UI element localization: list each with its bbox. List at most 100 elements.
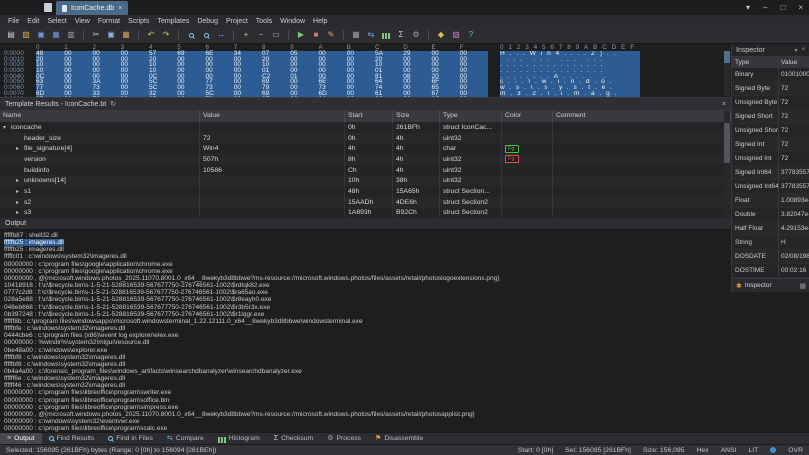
- output-line[interactable]: 00000000 : c:\program files\google\appli…: [4, 261, 809, 268]
- hex-rows[interactable]: 0:00004800000057696E34070500005A290000H.…: [0, 51, 731, 97]
- output-line[interactable]: 048eb668 : f:\c\$recycle.bin\s-1-5-21-52…: [4, 304, 809, 311]
- edit-template-icon[interactable]: ✎: [325, 29, 337, 41]
- inspector-row[interactable]: Signed Int643778355790249066568: [732, 166, 809, 180]
- panel-tab-checksum[interactable]: ΣChecksum: [267, 433, 320, 445]
- template-row-unknowns14[interactable]: ▸unknowns[14]10h38huint32: [0, 175, 731, 186]
- column-header-color[interactable]: Color: [502, 110, 553, 122]
- column-header-size[interactable]: Size: [393, 110, 440, 122]
- inspector-value-column-header[interactable]: Value: [778, 56, 809, 68]
- inspector-row[interactable]: Unsigned Short72: [732, 124, 809, 138]
- inspector-row[interactable]: StringH: [732, 236, 809, 250]
- histogram-icon[interactable]: [380, 29, 392, 41]
- hex-editor[interactable]: 0123456789ABCDEF0123456789ABCDEF 0:00004…: [0, 44, 731, 97]
- expand-icon[interactable]: ▸: [16, 199, 24, 206]
- menu-select[interactable]: Select: [43, 18, 70, 25]
- inspector-dock-tab[interactable]: ✱ Inspector ▦: [732, 278, 809, 292]
- menu-edit[interactable]: Edit: [23, 18, 43, 25]
- expand-icon[interactable]: ▸: [16, 145, 24, 152]
- inspector-value[interactable]: 72: [778, 152, 809, 165]
- inspector-value[interactable]: 3.82047e-57: [778, 208, 809, 221]
- delete-bytes-icon[interactable]: −: [255, 29, 267, 41]
- tools-icon[interactable]: ⚙: [410, 29, 422, 41]
- copy-icon[interactable]: ▣: [105, 29, 117, 41]
- output-line[interactable]: 00000000 : c:\program files\libreoffice\…: [4, 404, 809, 411]
- output-line[interactable]: 028a5e88 : f:\c\$recycle.bin\s-1-5-21-52…: [4, 296, 809, 303]
- output-line[interactable]: 00000000 : c:\program files\libreoffice\…: [4, 397, 809, 404]
- inspector-row[interactable]: Unsigned Byte72: [732, 96, 809, 110]
- compare-icon[interactable]: ⇆: [365, 29, 377, 41]
- output-line[interactable]: 00000000 : %windir%\system32\migui\resou…: [4, 339, 809, 346]
- paste-icon[interactable]: ▦: [120, 29, 132, 41]
- template-row-header_size[interactable]: header_size720h4huint32: [0, 133, 731, 144]
- new-file-icon[interactable]: ▤: [5, 29, 17, 41]
- output-line[interactable]: 00000000 : c:\program files\libreoffice\…: [4, 389, 809, 396]
- menu-help[interactable]: Help: [309, 18, 331, 25]
- menu-format[interactable]: Format: [94, 18, 124, 25]
- inspector-value[interactable]: 02/08/1980: [778, 250, 809, 263]
- inspector-value[interactable]: 00:02:16: [778, 264, 809, 277]
- open-file-icon[interactable]: ▨: [20, 29, 32, 41]
- output-line[interactable]: 00000000 : c:\program files\google\appli…: [4, 268, 809, 275]
- output-line[interactable]: fffffc01 : c:\windows\system32\imageres.…: [4, 253, 809, 260]
- output-line[interactable]: 10418918 : f:\c\$recycle.bin\s-1-5-21-52…: [4, 282, 809, 289]
- inspector-row[interactable]: DOSTIME00:02:16: [732, 264, 809, 278]
- output-line[interactable]: 00000000 , @{microsoft.windows.photos_20…: [4, 275, 809, 282]
- tab-close-icon[interactable]: ×: [118, 5, 122, 12]
- output-line[interactable]: 00000000 , @{microsoft.windows.photos_20…: [4, 411, 809, 418]
- inspector-value[interactable]: 72: [778, 110, 809, 123]
- run-template-icon[interactable]: ▶: [295, 29, 307, 41]
- inspector-row[interactable]: Signed Short72: [732, 110, 809, 124]
- refresh-icon[interactable]: ↻: [110, 100, 116, 108]
- select-range-icon[interactable]: ▭: [270, 29, 282, 41]
- replace-icon[interactable]: [200, 29, 212, 41]
- output-line[interactable]: 0b397248 : f:\c\$recycle.bin\s-1-5-21-52…: [4, 311, 809, 318]
- template-row-version[interactable]: version507h8h4huint32Fg:: [0, 154, 731, 165]
- menu-tools[interactable]: Tools: [252, 18, 276, 25]
- template-row-s2[interactable]: ▸s215AADh4DE6hstruct Section2: [0, 197, 731, 208]
- column-header-comment[interactable]: Comment: [553, 110, 731, 122]
- panel-tab-histogram[interactable]: Histogram: [211, 433, 267, 445]
- output-line[interactable]: fffffb25 : imageres.dll: [4, 239, 809, 246]
- inspector-type-column-header[interactable]: Type: [732, 59, 778, 66]
- template-results-scrollbar-thumb[interactable]: [724, 123, 730, 163]
- inspector-row[interactable]: Signed Byte72: [732, 82, 809, 96]
- output-line[interactable]: 0be48a00 : c:\windows\explorer.exe: [4, 347, 809, 354]
- output-line[interactable]: ffffff8b : c:\program files\windowsapps\…: [4, 318, 809, 325]
- output-line[interactable]: 0777c2d8 : f:\c\$recycle.bin\s-1-5-21-52…: [4, 289, 809, 296]
- inspector-value[interactable]: 72: [778, 82, 809, 95]
- help-icon[interactable]: ?: [465, 29, 477, 41]
- column-header-start[interactable]: Start: [345, 110, 393, 122]
- column-header-type[interactable]: Type: [440, 110, 502, 122]
- inspector-row[interactable]: Half Float4.29153e-06: [732, 222, 809, 236]
- panel-tab-find-in-files[interactable]: Find in Files: [101, 433, 160, 445]
- output-line[interactable]: 0b4a4a00 : c:\forensic_program_files\win…: [4, 368, 809, 375]
- inspector-row[interactable]: Signed Int72: [732, 138, 809, 152]
- panel-tab-disassemble[interactable]: ⚑Disassemble: [368, 433, 430, 445]
- expand-icon[interactable]: ▸: [16, 188, 24, 195]
- output-line[interactable]: fffffbf8 : c:\windows\system32\imageres.…: [4, 361, 809, 368]
- toolbar-overflow-icon[interactable]: ▾: [746, 3, 750, 12]
- print-icon[interactable]: ▥: [65, 29, 77, 41]
- output-line[interactable]: fffffbfe : c:\windows\system32\imageres.…: [4, 325, 809, 332]
- template-row-s1[interactable]: ▸s148h15A65hstruct Section...: [0, 186, 731, 197]
- inspector-value[interactable]: 72: [778, 96, 809, 109]
- cut-icon[interactable]: ✂: [90, 29, 102, 41]
- inspector-pin-icon[interactable]: ▾: [794, 47, 797, 54]
- collapse-icon[interactable]: ▾: [3, 124, 11, 131]
- color-picker-icon[interactable]: ▧: [450, 29, 462, 41]
- goto-icon[interactable]: →: [215, 29, 227, 41]
- inspector-row[interactable]: Double3.82047e-57: [732, 208, 809, 222]
- output-line[interactable]: 00000000 : c:\windows\system32\eventvwr.…: [4, 418, 809, 425]
- inspector-value[interactable]: 72: [778, 138, 809, 151]
- template-row-iconcache[interactable]: ▾iconcache0h261BFhstruct IconCac...: [0, 122, 731, 133]
- column-header-name[interactable]: Name: [0, 110, 200, 122]
- output-line[interactable]: ffffff6e : c:\windows\system32\imageres.…: [4, 375, 809, 382]
- checksum-icon[interactable]: Σ: [395, 29, 407, 41]
- panels-icon[interactable]: ▦: [799, 282, 806, 290]
- output-line[interactable]: fffffbf8 : c:\windows\system32\imageres.…: [4, 354, 809, 361]
- inspector-row[interactable]: Binary01001000: [732, 68, 809, 82]
- menu-view[interactable]: View: [71, 18, 94, 25]
- hex-scrollbar-thumb[interactable]: [724, 51, 730, 63]
- save-all-icon[interactable]: ▦: [50, 29, 62, 41]
- inspector-value[interactable]: 1.00893e-43: [778, 194, 809, 207]
